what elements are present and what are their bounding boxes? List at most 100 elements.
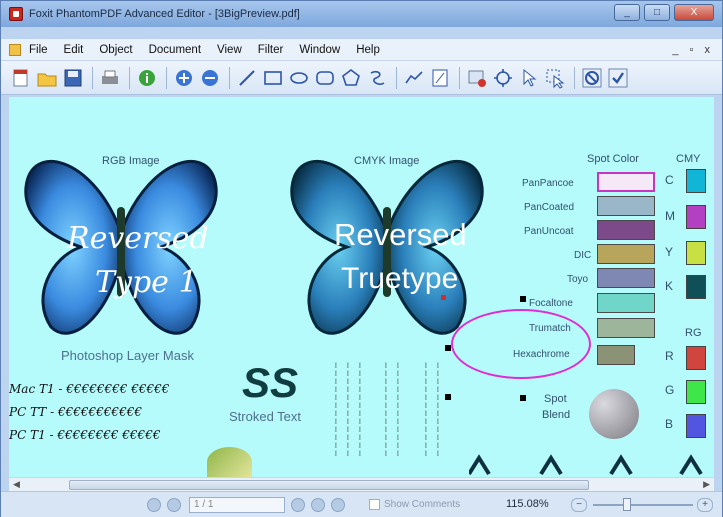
object-handle-marker[interactable]: [445, 394, 451, 400]
cmyk-swatch-c: [686, 169, 706, 193]
cmyk-image-label: CMYK Image: [354, 155, 420, 167]
menu-help[interactable]: Help: [348, 44, 388, 56]
image-edit-icon[interactable]: [465, 66, 489, 90]
rgb-swatch-r: [686, 346, 706, 370]
window-title: Foxit PhantomPDF Advanced Editor - [3Big…: [29, 8, 300, 20]
menu-file[interactable]: File: [21, 44, 56, 56]
toolbar-separator: [229, 66, 230, 89]
pc-t1-line: PC T1 - €€€€€€€€ €€€€€: [9, 428, 161, 442]
zoom-out-icon[interactable]: [198, 66, 222, 90]
ellipse-icon[interactable]: [287, 66, 311, 90]
cmyk-letter-m: M: [665, 209, 675, 223]
show-comments-checkbox[interactable]: [369, 499, 380, 510]
select-arrow-icon[interactable]: [517, 66, 541, 90]
rounded-rectangle-icon[interactable]: [313, 66, 337, 90]
zoom-in-button[interactable]: +: [697, 498, 713, 512]
swatch-trumatch: [597, 318, 655, 338]
select-hand-icon[interactable]: [543, 66, 567, 90]
previous-page-icon[interactable]: [167, 498, 181, 512]
menu-document[interactable]: Document: [141, 44, 209, 56]
swatch-panuncoat: [597, 220, 655, 240]
spot-blend-label-1: Spot: [544, 393, 567, 405]
toolbar-separator: [166, 66, 167, 89]
last-page-icon[interactable]: [331, 498, 345, 512]
leaf-graphic: [207, 447, 252, 477]
zoom-slider-track[interactable]: [593, 504, 693, 506]
maximize-button[interactable]: □: [644, 4, 670, 21]
document-window-controls[interactable]: _ ▫ x: [672, 44, 714, 56]
rgb-letter-r: R: [665, 349, 674, 363]
ss-logo-text: SS: [242, 359, 299, 406]
swatch-pancoated: [597, 196, 655, 216]
toolbar-separator: [129, 66, 130, 89]
rgb-letter-b: B: [665, 417, 674, 431]
horizontal-scrollbar[interactable]: ◀ ▶: [9, 477, 714, 491]
circle-slash-icon[interactable]: [580, 66, 604, 90]
new-document-icon[interactable]: [9, 66, 33, 90]
next-page-icon[interactable]: [311, 498, 325, 512]
rectangle-icon[interactable]: [261, 66, 285, 90]
reversed-truetype-text: Reversed: [334, 217, 467, 252]
toolbar-separator: [574, 66, 575, 89]
reversed-type1-text: Reversed: [67, 221, 209, 256]
polyline-icon[interactable]: [402, 66, 426, 90]
rgb-swatch-g: [686, 380, 706, 404]
rgb-letter-g: G: [665, 383, 675, 397]
object-handle-marker[interactable]: [520, 296, 526, 302]
swatch-label-pancoated: PanCoated: [524, 202, 575, 213]
zoom-slider-knob[interactable]: [623, 498, 631, 511]
swatch-label-toyo: Toyo: [567, 274, 589, 285]
info-icon[interactable]: [135, 66, 159, 90]
show-comments-toggle[interactable]: Show Comments: [369, 499, 460, 510]
menu-window[interactable]: Window: [291, 44, 348, 56]
menu-edit[interactable]: Edit: [56, 44, 92, 56]
cmyk-swatch-k: [686, 275, 706, 299]
menu-filter[interactable]: Filter: [250, 44, 292, 56]
photoshop-layer-mask-label: Photoshop Layer Mask: [61, 348, 194, 363]
swatch-hexachrome: [597, 345, 635, 365]
line-icon[interactable]: [235, 66, 259, 90]
page-number-input[interactable]: 1 / 1: [189, 497, 285, 513]
swatch-label-panuncoat: PanUncoat: [524, 226, 574, 237]
close-button[interactable]: X: [674, 4, 714, 21]
vertical-text-block: ーーーーーーーーーーーー ーーーーーーーーーーーー ーーーーーーーーーーーー ー…: [332, 362, 441, 458]
minimize-button[interactable]: _: [614, 4, 640, 21]
cmyk-letter-c: C: [665, 173, 674, 187]
zoom-in-icon[interactable]: [172, 66, 196, 90]
object-handle-marker[interactable]: [441, 295, 446, 300]
menu-object[interactable]: Object: [91, 44, 140, 56]
show-comments-label: Show Comments: [384, 499, 461, 510]
toolbar-separator: [92, 66, 93, 89]
cmyk-swatch-m: [686, 205, 706, 229]
text-block-icon[interactable]: [428, 66, 452, 90]
zoom-out-button[interactable]: −: [571, 498, 587, 512]
title-bar: Foxit PhantomPDF Advanced Editor - [3Big…: [1, 1, 722, 27]
menu-view[interactable]: View: [209, 44, 250, 56]
polygon-icon[interactable]: [339, 66, 363, 90]
scroll-right-icon[interactable]: ▶: [703, 479, 710, 490]
swatch-label-panpancoe: PanPancoe: [522, 178, 574, 189]
page-options-icon[interactable]: [291, 498, 305, 512]
open-folder-icon[interactable]: [35, 66, 59, 90]
object-handle-marker[interactable]: [445, 345, 451, 351]
checkmark-icon[interactable]: [606, 66, 630, 90]
type1-text: Type 1: [95, 265, 198, 300]
swatch-label-focaltone: Focaltone: [529, 298, 573, 309]
move-icon[interactable]: [491, 66, 515, 90]
swatch-label-dic: DIC: [574, 250, 592, 261]
first-page-icon[interactable]: [147, 498, 161, 512]
bottom-chevrons: [469, 454, 703, 476]
selection-ellipse[interactable]: [451, 309, 591, 379]
spiral-icon[interactable]: [365, 66, 389, 90]
save-icon[interactable]: [61, 66, 85, 90]
print-icon[interactable]: [98, 66, 122, 90]
scroll-left-icon[interactable]: ◀: [13, 479, 20, 490]
scrollbar-thumb[interactable]: [69, 480, 589, 490]
swatch-focaltone: [597, 293, 655, 313]
toolbar-separator: [459, 66, 460, 89]
swatch-panpancoe: [597, 172, 655, 192]
document-menu-icon[interactable]: [9, 43, 21, 56]
document-canvas[interactable]: RGB Image CMYK Image Reversed Type 1 Rev…: [9, 97, 714, 477]
application-window: Foxit PhantomPDF Advanced Editor - [3Big…: [0, 0, 723, 517]
object-handle-marker[interactable]: [520, 395, 526, 401]
